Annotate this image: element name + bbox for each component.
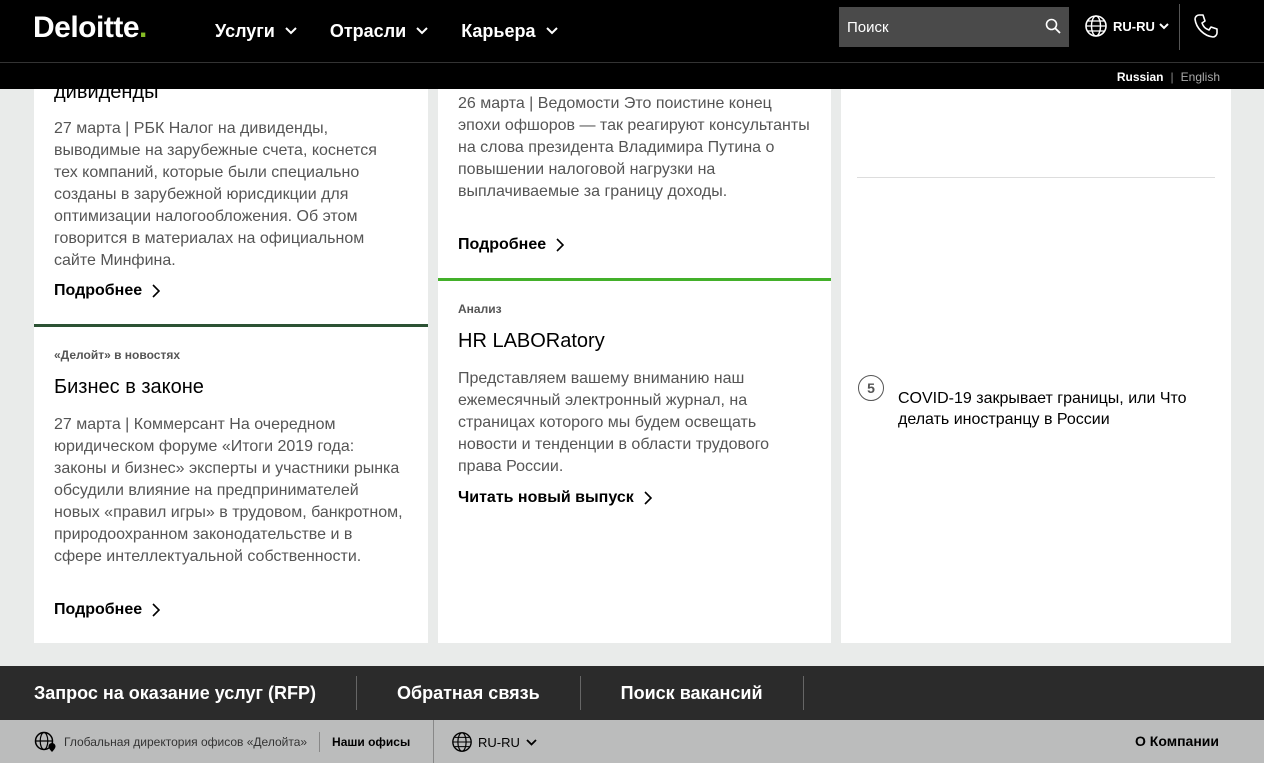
office-directory-link[interactable]: Глобальная директория офисов «Делойта» (64, 735, 307, 749)
nav-item-label: Услуги (215, 20, 275, 41)
our-offices-link[interactable]: Наши офисы (332, 735, 410, 749)
card-title[interactable]: дивиденды (54, 81, 159, 104)
card-description: 27 марта | РБК Налог на дивиденды, вывод… (54, 120, 377, 269)
nav-item-services[interactable]: Услуги (215, 21, 297, 42)
footer-link-feedback[interactable]: Обратная связь (357, 676, 581, 710)
about-company-link[interactable]: О Компании (1135, 733, 1219, 749)
footer-locale-label: RU-RU (478, 734, 520, 750)
read-more-label: Подробнее (54, 601, 143, 618)
language-separator: | (1170, 70, 1174, 84)
globe-pin-icon (34, 731, 56, 752)
read-more-link[interactable]: Подробнее (458, 236, 565, 254)
nav-item-careers[interactable]: Карьера (461, 20, 558, 42)
search-input[interactable] (839, 7, 1035, 47)
chevron-right-icon (152, 284, 161, 298)
locale-selector[interactable]: RU-RU (1084, 14, 1169, 38)
card-description: 27 марта | Коммерсант На очередном юриди… (54, 416, 403, 565)
footer-separator (319, 732, 321, 752)
read-more-link[interactable]: Подробнее (54, 282, 161, 300)
read-more-link[interactable]: Подробнее (54, 601, 161, 619)
main-nav: Услуги Отрасли Карьера (215, 0, 591, 62)
globe-icon (1085, 15, 1107, 37)
read-more-label: Подробнее (54, 282, 143, 299)
chevron-down-icon (285, 27, 297, 35)
chevron-down-icon (416, 27, 428, 35)
footer-link-jobs[interactable]: Поиск вакансий (581, 676, 804, 710)
chevron-down-icon (545, 27, 558, 35)
phone-icon[interactable] (1193, 13, 1219, 39)
chevron-right-icon (152, 603, 161, 617)
globe-icon (452, 732, 472, 752)
top-header: Deloitte. Услуги Отрасли Карьера RU-RU (0, 0, 1264, 62)
footer-divider (433, 720, 434, 763)
read-issue-link[interactable]: Читать новый выпуск (458, 489, 652, 507)
locale-label: RU-RU (1113, 18, 1155, 34)
card-category: Анализ (458, 302, 502, 316)
language-bar: Russian | English (0, 62, 1264, 89)
chevron-right-icon (644, 491, 652, 505)
language-english[interactable]: English (1181, 70, 1220, 84)
header-divider (1179, 4, 1180, 50)
card-category: «Делойт» в новостях (54, 348, 181, 362)
footer-link-rfp[interactable]: Запрос на оказание услуг (RFP) (0, 676, 357, 710)
news-column-1: дивиденды 27 марта | РБК Налог на дивиде… (34, 81, 428, 643)
read-more-label: Подробнее (458, 236, 547, 253)
chevron-down-icon (526, 738, 537, 746)
card-title[interactable]: Бизнес в законе (54, 376, 204, 399)
rank-number: 5 (858, 375, 884, 401)
nav-item-label: Отрасли (329, 20, 407, 41)
footer-links-bar: Запрос на оказание услуг (RFP) Обратная … (0, 666, 1264, 720)
popular-column: 5 COVID-19 закрывает границы, или Что де… (841, 89, 1231, 643)
footer-bottom-bar: Глобальная директория офисов «Делойта» Н… (0, 720, 1264, 763)
card-title[interactable]: HR LABORatory (458, 330, 605, 353)
card-description: Представляем вашему вниманию наш ежемеся… (458, 370, 770, 475)
card-divider (438, 278, 831, 281)
card-description: 26 марта | Ведомости Это поистине конец … (458, 95, 810, 200)
chevron-right-icon (556, 238, 565, 252)
footer-locale-selector[interactable]: RU-RU (451, 731, 537, 753)
list-divider (857, 177, 1215, 178)
search-icon[interactable] (1045, 18, 1061, 34)
deloitte-logo[interactable]: Deloitte. (33, 11, 147, 45)
read-more-label: Читать новый выпуск (458, 489, 634, 506)
logo-text: Deloitte (33, 11, 140, 44)
popular-article-link[interactable]: COVID-19 закрывает границы, или Что дела… (898, 388, 1218, 430)
language-russian[interactable]: Russian (1117, 70, 1164, 84)
chevron-down-icon (1159, 22, 1169, 29)
nav-item-label: Карьера (461, 20, 536, 41)
news-column-2: 26 марта | Ведомости Это поистине конец … (438, 89, 831, 643)
nav-item-industries[interactable]: Отрасли (330, 21, 428, 42)
search-box (839, 7, 1069, 47)
logo-dot: . (139, 11, 147, 44)
card-divider (34, 324, 428, 327)
